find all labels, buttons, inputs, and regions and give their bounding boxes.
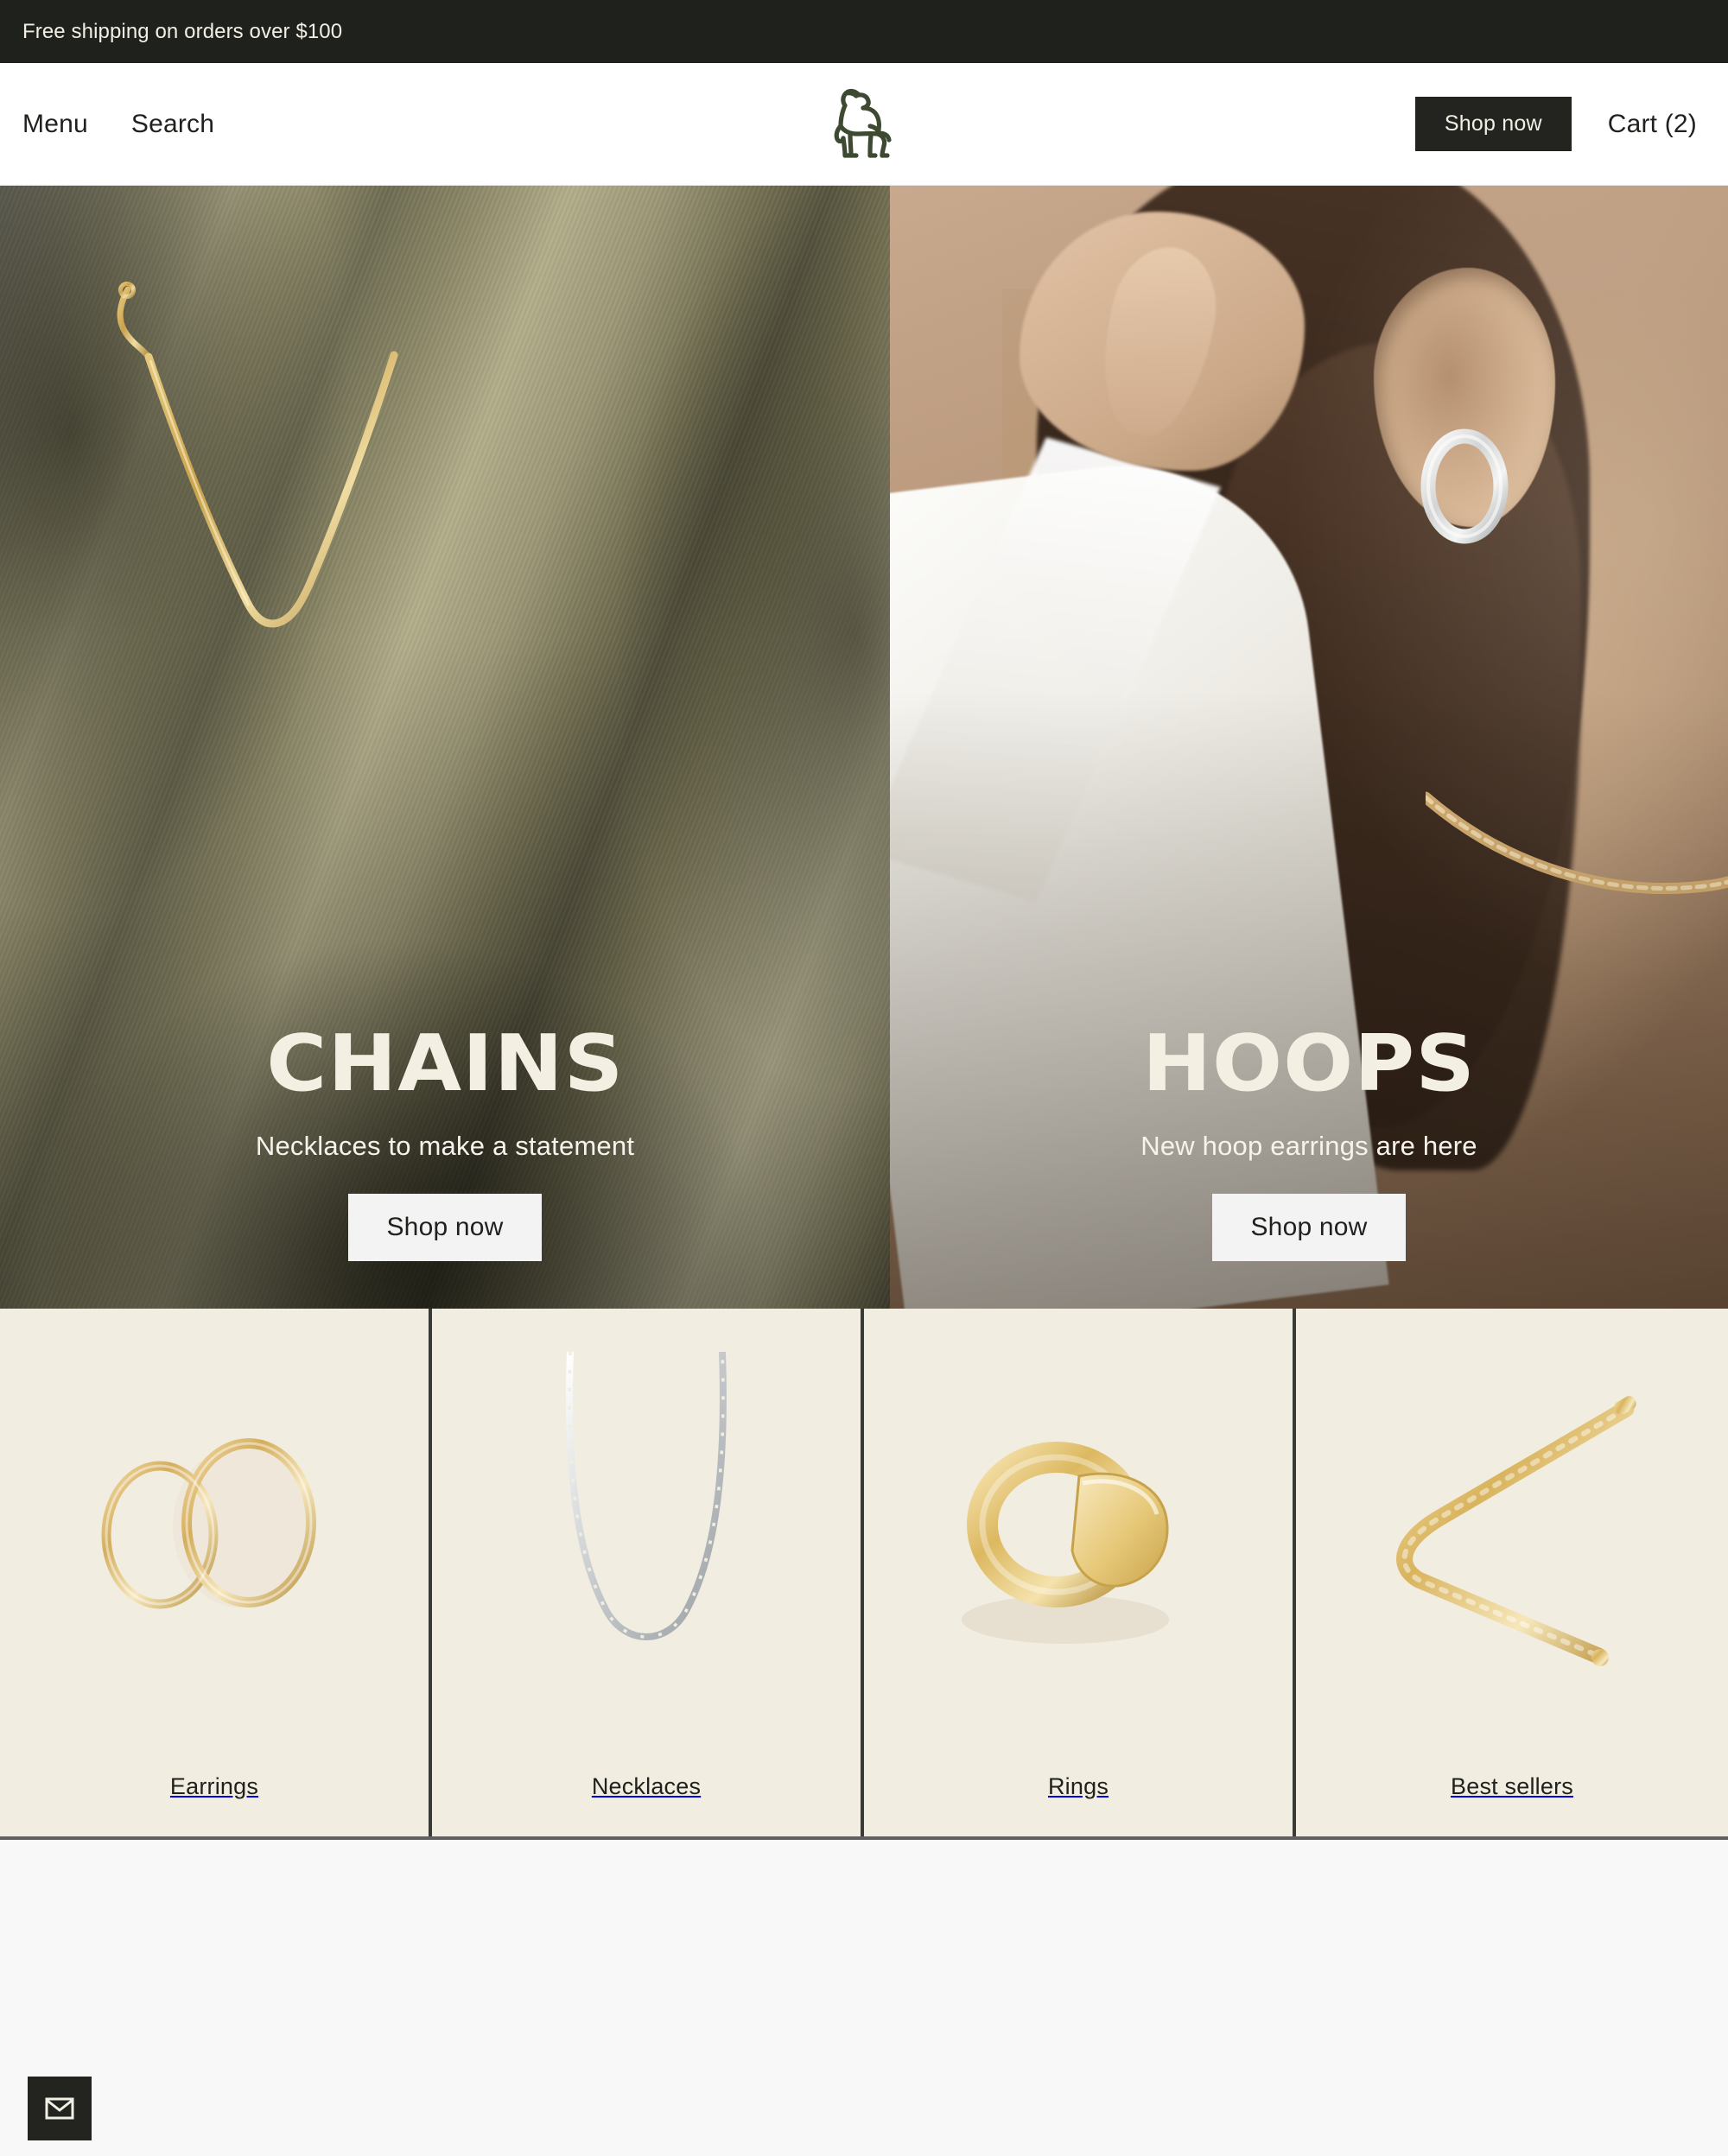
- necklaces-product-image: [432, 1309, 861, 1758]
- greyhound-logo-icon: [834, 88, 892, 158]
- category-label-necklaces: Necklaces: [591, 1773, 702, 1799]
- header-actions: Shop now Cart (2): [1414, 97, 1706, 151]
- cart-link[interactable]: Cart (2): [1608, 110, 1706, 139]
- category-card-necklaces[interactable]: Necklaces: [432, 1309, 864, 1836]
- earrings-product-image: [0, 1309, 429, 1758]
- hero-hoops-shop-now-button[interactable]: Shop now: [1212, 1194, 1406, 1261]
- hero-chains-subtitle: Necklaces to make a statement: [255, 1131, 635, 1161]
- rings-product-image: [864, 1309, 1293, 1758]
- category-label-rings: Rings: [1047, 1773, 1109, 1799]
- header-nav-left: Menu Search: [22, 110, 214, 139]
- hero-chains-content: CHAINS Necklaces to make a statement Sho…: [256, 1025, 634, 1261]
- hero-chains-title: CHAINS: [265, 1018, 625, 1109]
- hero-panel-hoops[interactable]: HOOPS New hoop earrings are here Shop no…: [890, 186, 1728, 1309]
- category-label-earrings: Earrings: [169, 1773, 259, 1799]
- email-signup-button[interactable]: [28, 2077, 92, 2140]
- category-card-best-sellers[interactable]: Best sellers: [1296, 1309, 1728, 1836]
- announcement-bar: Free shipping on orders over $100: [0, 0, 1728, 63]
- hero-section: CHAINS Necklaces to make a statement Sho…: [0, 186, 1728, 1309]
- category-card-earrings[interactable]: Earrings: [0, 1309, 432, 1836]
- announcement-text: Free shipping on orders over $100: [22, 19, 343, 43]
- hero-chains-shop-now-button[interactable]: Shop now: [348, 1194, 542, 1261]
- hero-panel-chains[interactable]: CHAINS Necklaces to make a statement Sho…: [0, 186, 890, 1309]
- site-header: Menu Search Shop now Cart (2): [0, 63, 1728, 186]
- hero-hoops-subtitle: New hoop earrings are here: [1140, 1131, 1477, 1161]
- best-sellers-product-image: [1296, 1309, 1728, 1758]
- menu-button[interactable]: Menu: [22, 110, 88, 139]
- footer-area: [0, 1840, 1728, 2156]
- category-card-rings[interactable]: Rings: [864, 1309, 1296, 1836]
- hero-hoops-title: HOOPS: [1141, 1018, 1476, 1109]
- category-label-best-sellers: Best sellers: [1451, 1773, 1573, 1799]
- envelope-icon: [45, 2097, 74, 2120]
- header-shop-now-button[interactable]: Shop now: [1414, 97, 1572, 151]
- hero-hoops-content: HOOPS New hoop earrings are here Shop no…: [1140, 1025, 1477, 1261]
- site-logo[interactable]: [816, 81, 912, 168]
- search-button[interactable]: Search: [131, 110, 214, 139]
- category-collection-row: Earrings Necklaces Rings Best sellers: [0, 1309, 1728, 1840]
